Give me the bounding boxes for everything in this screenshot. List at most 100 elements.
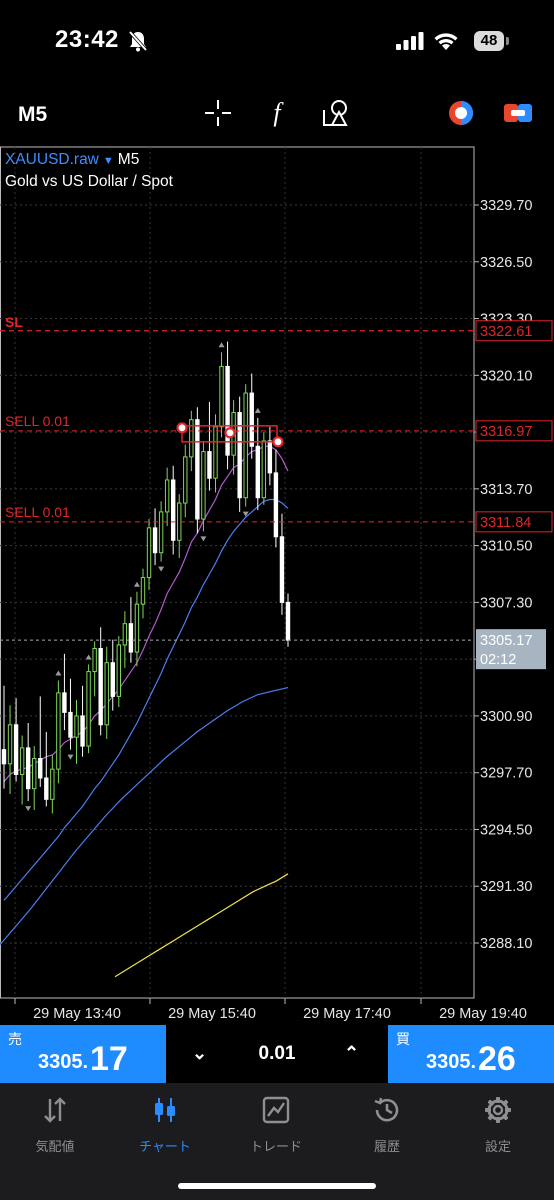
- candle-body: [267, 440, 273, 474]
- trade-icon: [262, 1096, 290, 1124]
- candle-body: [68, 711, 73, 738]
- sl-label: SL: [5, 314, 23, 330]
- y-tick-label: 3294.50: [480, 822, 532, 838]
- candle-body: [158, 511, 164, 554]
- tab-history[interactable]: 履歴: [332, 1095, 442, 1155]
- candle-body: [19, 747, 25, 775]
- fractal-marker: [25, 806, 32, 812]
- tab-chart[interactable]: チャート: [110, 1095, 220, 1155]
- candle-body: [86, 671, 91, 747]
- candle-body: [32, 758, 37, 790]
- candle-body: [279, 536, 285, 603]
- candle-body: [50, 768, 55, 800]
- settings-icon: [485, 1097, 511, 1123]
- candle-body: [134, 603, 140, 653]
- candle-body: [255, 445, 260, 499]
- candle-body: [38, 758, 43, 779]
- chart-canvas[interactable]: 3329.703326.503323.303320.103316.903313.…: [0, 145, 554, 1022]
- y-tick-label: 3320.10: [480, 368, 532, 384]
- y-tick-label: 3291.30: [480, 879, 532, 895]
- symbol-dropdown-icon[interactable]: ▼: [103, 155, 114, 167]
- sell-price-prefix: 3305.: [38, 1051, 89, 1073]
- wifi-icon: [434, 33, 458, 50]
- candle-body: [261, 440, 267, 499]
- y-tick-label: 3300.90: [480, 709, 532, 725]
- order-label: SELL 0.01: [5, 504, 70, 520]
- quotes-icon: [44, 1097, 66, 1123]
- candle-body: [122, 623, 128, 646]
- home-indicator: [178, 1183, 376, 1189]
- sell-price-pips: 17: [90, 1040, 128, 1078]
- symbol-header[interactable]: XAUUSD.raw ▼ M5: [5, 151, 139, 169]
- fractal-marker: [133, 581, 140, 587]
- candle-body: [243, 392, 248, 499]
- sl-price-label: 3322.61: [480, 324, 532, 340]
- entry-marker: [176, 422, 188, 434]
- tab-settings[interactable]: 設定: [443, 1095, 553, 1155]
- cell-signal-icon: [396, 32, 424, 50]
- new-order-icon[interactable]: [502, 98, 534, 128]
- candle-body: [80, 715, 85, 747]
- symbol-name[interactable]: XAUUSD.raw: [5, 151, 99, 168]
- x-tick-label: 29 May 17:40: [303, 1006, 391, 1022]
- objects-icon[interactable]: [320, 98, 352, 128]
- buy-button[interactable]: 買 3305. 26: [388, 1025, 554, 1083]
- symbol-timeframe: M5: [117, 151, 140, 168]
- tab-history-label: 履歴: [373, 1139, 400, 1154]
- entry-marker: [224, 427, 236, 439]
- candle-body: [152, 527, 158, 554]
- candle-body: [62, 692, 67, 713]
- indicators-icon[interactable]: f: [264, 98, 290, 128]
- timeframe-button[interactable]: M5: [18, 103, 47, 127]
- y-tick-label: 3329.70: [480, 198, 532, 214]
- candle-body: [170, 479, 176, 541]
- y-tick-label: 3307.30: [480, 595, 532, 611]
- tab-quotes[interactable]: 気配値: [0, 1095, 110, 1155]
- tab-chart-label: チャート: [139, 1139, 191, 1154]
- sell-button[interactable]: 売 3305. 17: [0, 1025, 166, 1083]
- fractal-marker: [67, 754, 74, 760]
- crosshair-icon[interactable]: [203, 98, 233, 128]
- candle-body: [249, 392, 254, 447]
- tab-trade[interactable]: トレード: [221, 1095, 331, 1155]
- fractal-marker: [85, 654, 92, 660]
- candle-body: [285, 601, 291, 641]
- candle-body: [74, 715, 79, 738]
- candle-body: [146, 527, 152, 579]
- candle-body: [1, 749, 7, 765]
- tab-trade-label: トレード: [249, 1139, 302, 1154]
- y-tick-label: 3288.10: [480, 936, 532, 952]
- y-tick-label: 3326.50: [480, 255, 532, 271]
- y-tick-label: 3313.70: [480, 482, 532, 498]
- ma-slow-blue-line: [0, 686, 289, 946]
- fractal-marker: [55, 670, 62, 676]
- x-tick-label: 29 May 15:40: [168, 1006, 256, 1022]
- order-price-label: 3316.97: [480, 424, 532, 440]
- candle-body: [92, 648, 97, 673]
- current-price-label: 3305.17: [480, 633, 532, 649]
- x-tick-label: 29 May 19:40: [439, 1006, 527, 1022]
- history-icon: [374, 1097, 399, 1122]
- fractal-marker: [218, 342, 225, 348]
- buy-price-pips: 26: [478, 1040, 516, 1078]
- ma-200-yellow-line: [114, 873, 289, 978]
- tab-settings-label: 設定: [484, 1139, 511, 1154]
- bell-muted-icon: [128, 30, 148, 52]
- price-chart[interactable]: 3329.703326.503323.303320.103316.903313.…: [0, 145, 554, 1022]
- candle-body: [273, 472, 279, 538]
- candle-body: [213, 426, 218, 479]
- buy-label: 買: [396, 1031, 410, 1047]
- symbol-description: Gold vs US Dollar / Spot: [5, 173, 173, 190]
- candle-body: [104, 662, 109, 726]
- x-tick-label: 29 May 13:40: [33, 1006, 121, 1022]
- lot-selector: ⌄ 0.01 ⌃: [166, 1025, 388, 1083]
- one-click-trading-icon[interactable]: [445, 98, 477, 128]
- order-price-label: 3311.84: [480, 515, 531, 531]
- candle-body: [195, 419, 200, 520]
- fractal-marker: [254, 407, 261, 413]
- chart-icon: [155, 1098, 175, 1122]
- candle-body: [98, 648, 103, 726]
- status-time: 23:42: [55, 26, 119, 53]
- increase-lot-icon[interactable]: ⌃: [344, 1043, 359, 1064]
- countdown-label: 02:12: [480, 652, 516, 668]
